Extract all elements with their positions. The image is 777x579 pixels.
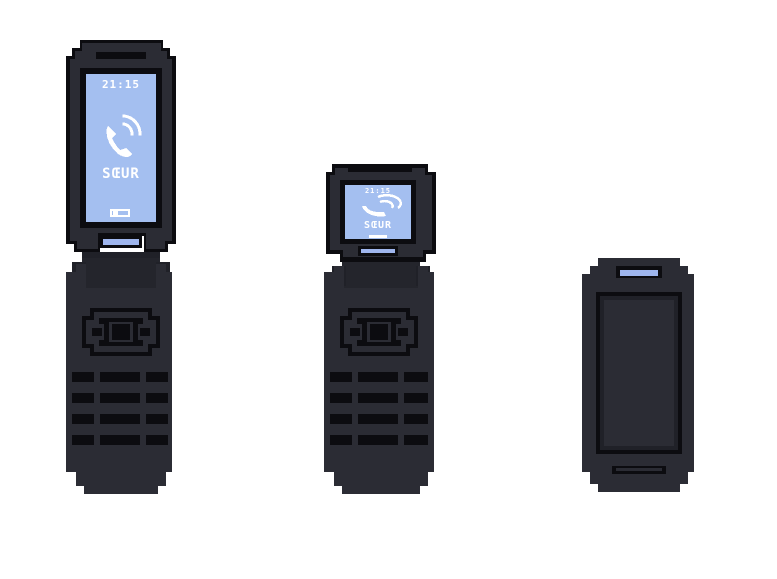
key[interactable] <box>72 372 94 382</box>
phone-half-time: 21:15 <box>365 187 391 195</box>
key[interactable] <box>330 435 352 445</box>
key[interactable] <box>358 435 398 445</box>
key[interactable] <box>146 393 168 403</box>
key[interactable] <box>358 393 398 403</box>
key[interactable] <box>330 414 352 424</box>
key[interactable] <box>404 435 428 445</box>
phone-closed-indicator-light <box>620 270 658 276</box>
phone-half-indicator-light <box>361 249 395 253</box>
key[interactable] <box>358 414 398 424</box>
key[interactable] <box>330 393 352 403</box>
key[interactable] <box>146 372 168 382</box>
battery-icon <box>110 209 130 217</box>
key[interactable] <box>146 435 168 445</box>
key[interactable] <box>404 393 428 403</box>
key[interactable] <box>72 393 94 403</box>
phone-half-brand: SŒUR <box>364 220 392 231</box>
key[interactable] <box>404 372 428 382</box>
phone-half-dpad[interactable] <box>340 308 418 356</box>
phone-open-screen <box>86 74 156 222</box>
key[interactable] <box>72 414 94 424</box>
phone-open-time: 21:15 <box>102 78 140 91</box>
phone-half-hinge <box>342 262 420 288</box>
phone-closed-sprite <box>582 258 694 492</box>
phone-open-indicator-light <box>103 239 139 245</box>
key[interactable] <box>72 435 94 445</box>
key[interactable] <box>358 372 398 382</box>
sprite-sheet: 21:15 SŒUR 21:15 SŒUR <box>66 40 694 494</box>
phone-closed-slot-inner <box>616 468 662 471</box>
key[interactable] <box>404 414 428 424</box>
phone-half-open-sprite: 21:15 SŒUR <box>324 164 436 494</box>
key[interactable] <box>100 435 140 445</box>
phone-half-battery <box>369 235 387 238</box>
phone-open-speaker <box>96 52 146 59</box>
key[interactable] <box>100 372 140 382</box>
phone-half-speaker <box>348 168 412 172</box>
phone-open-brand: SŒUR <box>102 166 140 182</box>
phone-open-hinge-dark <box>82 252 160 258</box>
key[interactable] <box>146 414 168 424</box>
phone-closed-panel <box>604 300 674 446</box>
key[interactable] <box>100 393 140 403</box>
phone-open-sprite: 21:15 SŒUR <box>66 40 176 494</box>
key[interactable] <box>330 372 352 382</box>
phone-open-dpad[interactable] <box>82 308 160 356</box>
key[interactable] <box>100 414 140 424</box>
